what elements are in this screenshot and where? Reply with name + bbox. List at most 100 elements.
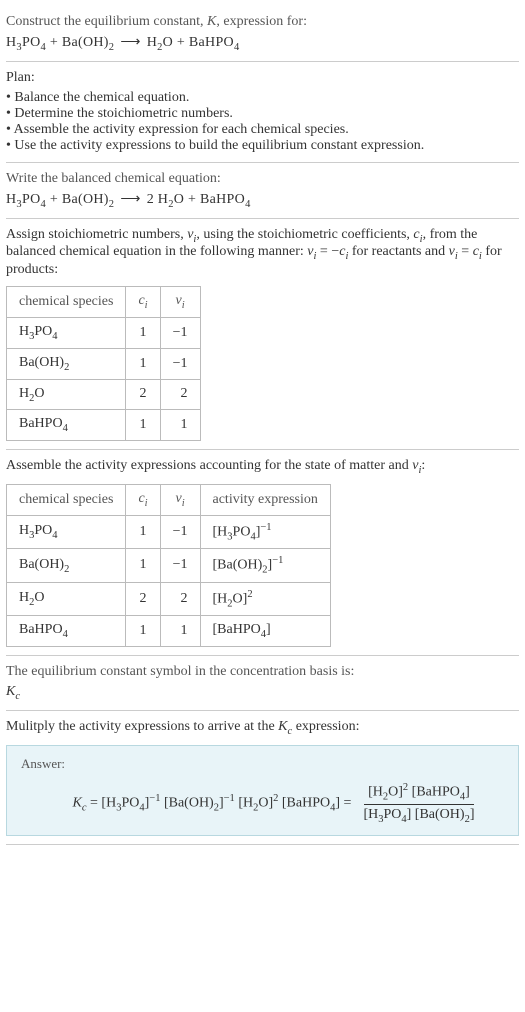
mult-t2: expression: [292, 719, 359, 734]
table-row: H3PO4 1 −1 [7, 317, 201, 348]
th-ci: ci [126, 287, 160, 318]
plan-header: Plan: [6, 70, 519, 86]
ans-denominator: [H3PO4] [Ba(OH)2] [359, 805, 478, 825]
b-reactant-1a: H [6, 192, 16, 207]
intro-text-1: Construct the equilibrium constant, [6, 14, 207, 29]
st-eq2: = [458, 244, 473, 259]
table-row: Ba(OH)2 1 −1 [Ba(OH)2]−1 [7, 549, 331, 582]
activity-table: chemical species ci νi activity expressi… [6, 484, 331, 647]
b-reactant-1b: PO [22, 192, 41, 207]
answer-label: Answer: [21, 756, 504, 772]
td2-nu-3: 2 [160, 582, 200, 615]
th2-nui: νi [160, 484, 200, 515]
ans-numerator: [H2O]2 [BaHPO4] [364, 782, 474, 805]
td2-act-4: [BaHPO4] [200, 616, 330, 647]
st-t4: for reactants and [348, 244, 448, 259]
table-row: H2O 2 2 [7, 379, 201, 410]
mult-K: K [278, 719, 287, 734]
reactant-2: Ba(OH) [62, 35, 109, 50]
td-nu-1: −1 [160, 317, 200, 348]
b-reactant-2: Ba(OH) [62, 192, 109, 207]
td2-species-1: H3PO4 [7, 515, 126, 548]
th-nui: νi [160, 287, 200, 318]
td2-nu-2: −1 [160, 549, 200, 582]
kc-K: K [6, 684, 15, 699]
td-nu-3: 2 [160, 379, 200, 410]
st-t2: , using the stoichiometric coefficients, [196, 227, 413, 242]
activity-section: Assemble the activity expressions accoun… [6, 450, 519, 656]
td2-species-4: BaHPO4 [7, 616, 126, 647]
th2-species: chemical species [7, 484, 126, 515]
b-product-2-sub: 4 [245, 199, 251, 210]
table-header-row: chemical species ci νi activity expressi… [7, 484, 331, 515]
b-plus-2: + [184, 192, 200, 207]
td2-species-2: Ba(OH)2 [7, 549, 126, 582]
b-product-1a: H [158, 192, 168, 207]
balanced-equation: H3PO4 + Ba(OH)2⟶2 H2O + BaHPO4 [6, 191, 519, 210]
plan-section: Plan: Balance the chemical equation. Det… [6, 62, 519, 163]
b-reactant-2-sub: 2 [109, 199, 115, 210]
td2-nu-4: 1 [160, 616, 200, 647]
td2-act-3: [H2O]2 [200, 582, 330, 615]
plus-2: + [173, 35, 189, 50]
product-1a: H [147, 35, 157, 50]
td-c-2: 1 [126, 348, 160, 379]
td-species-3: H2O [7, 379, 126, 410]
table-row: BaHPO4 1 1 [7, 410, 201, 441]
intro-K: K [207, 14, 216, 29]
td2-act-1: [H3PO4]−1 [200, 515, 330, 548]
intro-section: Construct the equilibrium constant, K, e… [6, 6, 519, 62]
table-row: Ba(OH)2 1 −1 [7, 348, 201, 379]
product-1b: O [163, 35, 173, 50]
stoich-table: chemical species ci νi H3PO4 1 −1 Ba(OH)… [6, 286, 201, 441]
stoich-text: Assign stoichiometric numbers, νi, using… [6, 227, 519, 279]
intro-prompt: Construct the equilibrium constant, K, e… [6, 14, 519, 30]
stoich-section: Assign stoichiometric numbers, νi , using… [6, 219, 519, 451]
td-species-4: BaHPO4 [7, 410, 126, 441]
reactant-2-sub: 2 [109, 42, 115, 53]
ans-lhs: Kc = [H3PO4]−1 [Ba(OH)2]−1 [H2O]2 [BaHPO… [73, 793, 352, 813]
answer-formula: Kc = [H3PO4]−1 [Ba(OH)2]−1 [H2O]2 [BaHPO… [21, 782, 504, 825]
activity-text: Assemble the activity expressions accoun… [6, 458, 519, 476]
td2-c-2: 1 [126, 549, 160, 582]
plan-item-3: Assemble the activity expression for eac… [6, 122, 519, 138]
td2-nu-1: −1 [160, 515, 200, 548]
td-c-4: 1 [126, 410, 160, 441]
b-product-1b: O [174, 192, 184, 207]
th-species: chemical species [7, 287, 126, 318]
td-c-3: 2 [126, 379, 160, 410]
td2-c-4: 1 [126, 616, 160, 647]
td-nu-2: −1 [160, 348, 200, 379]
answer-section: Mulitply the activity expressions to arr… [6, 711, 519, 845]
b-plus-1: + [46, 192, 62, 207]
st-t1: Assign stoichiometric numbers, [6, 227, 187, 242]
b-coef: 2 [147, 192, 158, 207]
kc-K-sub: c [15, 691, 20, 702]
td-species-1: H3PO4 [7, 317, 126, 348]
plan-item-1: Balance the chemical equation. [6, 90, 519, 106]
kc-symbol: Kc [6, 684, 519, 702]
b-product-2: BaHPO [200, 192, 245, 207]
mult-t1: Mulitply the activity expressions to arr… [6, 719, 278, 734]
table-row: H3PO4 1 −1 [H3PO4]−1 [7, 515, 331, 548]
table-row: BaHPO4 1 1 [BaHPO4] [7, 616, 331, 647]
product-2-sub: 4 [234, 42, 240, 53]
reactant-1b: PO [22, 35, 41, 50]
table-row: H2O 2 2 [H2O]2 [7, 582, 331, 615]
kc-statement-section: The equilibrium constant symbol in the c… [6, 656, 519, 711]
td2-c-1: 1 [126, 515, 160, 548]
b-arrow-icon: ⟶ [120, 192, 140, 207]
unbalanced-equation: H3PO4 + Ba(OH)2⟶H2O + BaHPO4 [6, 34, 519, 53]
td2-species-3: H2O [7, 582, 126, 615]
td-species-2: Ba(OH)2 [7, 348, 126, 379]
balanced-header: Write the balanced chemical equation: [6, 171, 519, 187]
th-nui-i: i [182, 300, 185, 311]
act-t2: : [421, 458, 425, 473]
intro-text-2: , expression for: [216, 14, 307, 29]
plan-list: Balance the chemical equation. Determine… [6, 90, 519, 154]
td-nu-4: 1 [160, 410, 200, 441]
plus-1: + [46, 35, 62, 50]
td2-c-3: 2 [126, 582, 160, 615]
st-eq1: = − [316, 244, 339, 259]
multiply-text: Mulitply the activity expressions to arr… [6, 719, 519, 737]
